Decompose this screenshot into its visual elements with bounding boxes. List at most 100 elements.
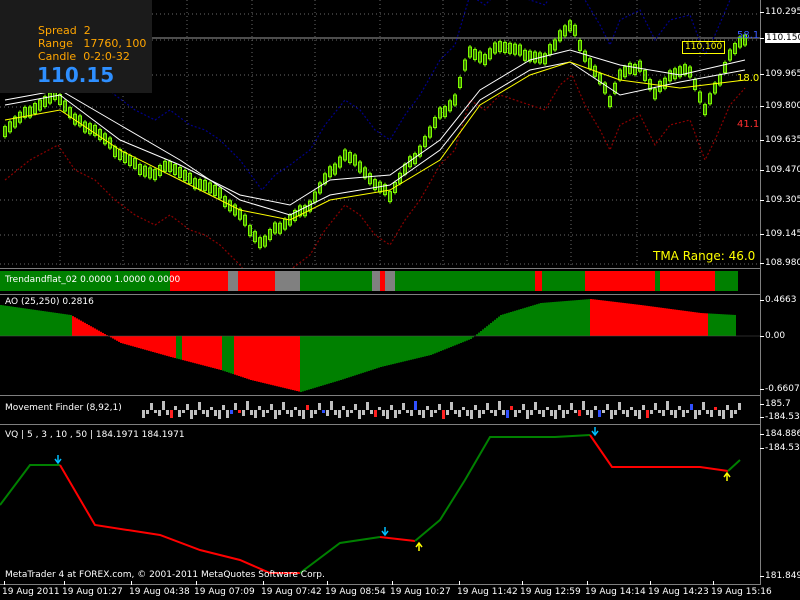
trendandflat-label: Trendandflat_02 0.0000 1.0000 0.0000: [5, 275, 181, 285]
movement-bar: [730, 410, 733, 418]
ao-bar: [344, 336, 346, 379]
movement-bar: [338, 410, 341, 418]
movement-bar: [182, 410, 185, 413]
movement-bar: [662, 410, 665, 416]
tma-bot-level: 41.1: [737, 119, 760, 130]
ao-bar: [540, 303, 542, 336]
ao-bar: [188, 336, 190, 362]
ao-bar: [272, 336, 274, 386]
ao-bar: [496, 318, 498, 336]
movement-bar: [686, 410, 689, 413]
movement-bar: [574, 410, 577, 413]
ao-axis-label: 0.00: [765, 331, 786, 341]
axis-tick: [760, 434, 764, 435]
ao-bar: [82, 321, 84, 336]
axis-tick: [760, 576, 764, 577]
ao-bar: [456, 336, 458, 345]
ao-bar: [2, 305, 4, 336]
ao-bar: [68, 314, 70, 336]
movement-bar: [222, 405, 225, 410]
ao-bar: [104, 334, 106, 336]
ao-bar: [192, 336, 194, 363]
ao-bar: [244, 336, 246, 378]
movement-bar: [550, 410, 553, 416]
ao-bar: [174, 336, 176, 359]
movement-bar: [258, 406, 261, 410]
ao-bar: [418, 336, 420, 358]
ao-bar: [318, 336, 320, 387]
ao-bar: [190, 336, 192, 363]
ao-bar: [656, 307, 658, 336]
movement-bar: [546, 407, 549, 410]
movement-bar: [282, 402, 285, 410]
movement-bar: [566, 410, 569, 414]
movement-bar: [386, 410, 389, 419]
movement-bar: [154, 410, 157, 413]
ao-bar: [6, 305, 8, 336]
movement-bar: [434, 410, 437, 413]
ao-bar: [416, 336, 418, 359]
ao-bar: [74, 317, 76, 336]
trendandflat-segment: [385, 271, 395, 291]
ao-bar: [548, 302, 550, 336]
ao-bar: [134, 336, 136, 347]
footer-copyright: MetaTrader 4 at FOREX.com, © 2001-2011 M…: [5, 570, 325, 580]
ao-bar: [330, 336, 332, 383]
ao-bar: [336, 336, 338, 382]
movement-bar: [694, 410, 697, 419]
trendandflat-segment: [395, 271, 535, 291]
movement-bar: [506, 410, 509, 418]
tma-mid-level: 18.0: [737, 73, 760, 84]
movement-bar: [286, 410, 289, 414]
range-row: Range 17760, 100: [38, 37, 146, 51]
trendandflat-segment: [300, 271, 372, 291]
movement-bar: [654, 403, 657, 410]
movement-bar: [374, 410, 377, 417]
movement-bar: [630, 407, 633, 410]
ao-bar: [510, 312, 512, 336]
ao-bar: [698, 312, 700, 336]
movement-bar: [378, 407, 381, 410]
ao-bar: [66, 314, 68, 336]
ao-bar: [734, 314, 736, 336]
ao-label: AO (25,250) 0.2816: [5, 297, 94, 307]
ao-bar: [682, 310, 684, 336]
ao-bar: [522, 308, 524, 336]
ao-bar: [30, 309, 32, 336]
ao-bar: [172, 336, 174, 358]
ao-bar: [644, 305, 646, 336]
ao-bar: [442, 336, 444, 351]
ao-bar: [96, 329, 98, 336]
movement-bar: [478, 410, 481, 418]
movement-bar: [530, 410, 533, 415]
trendandflat-segment: [640, 271, 655, 291]
ao-bar: [246, 336, 248, 379]
movement-bar: [202, 410, 205, 414]
ao-bar: [166, 336, 168, 356]
trendandflat-segment: [380, 271, 385, 291]
movement-axis-label: 185.7: [765, 399, 791, 409]
ao-bar: [156, 336, 158, 354]
time-axis-label: 19 Aug 08:54: [325, 587, 386, 597]
ao-bar: [182, 336, 184, 361]
candle-value: 0-2:0-32: [83, 50, 130, 63]
ao-bar: [586, 299, 588, 336]
ao-bar: [316, 336, 318, 388]
ao-bar: [514, 310, 516, 336]
ao-bar: [608, 301, 610, 336]
ao-bar: [120, 336, 122, 343]
ao-bar: [332, 336, 334, 383]
time-axis-tick: [64, 581, 65, 585]
ao-bar: [484, 327, 486, 336]
range-value: 17760, 100: [83, 37, 147, 50]
price-axis-label: 108.980: [765, 258, 800, 268]
ao-bar: [648, 306, 650, 336]
ao-bar: [424, 336, 426, 357]
ao-bar: [26, 308, 28, 336]
ao-bar: [274, 336, 276, 386]
time-axis-label: 19 Aug 14:14: [585, 587, 646, 597]
ao-bar: [552, 302, 554, 336]
movement-bar: [190, 410, 193, 419]
movement-finder-label: Movement Finder (8,92,1): [5, 403, 122, 413]
ao-bar: [232, 336, 234, 374]
